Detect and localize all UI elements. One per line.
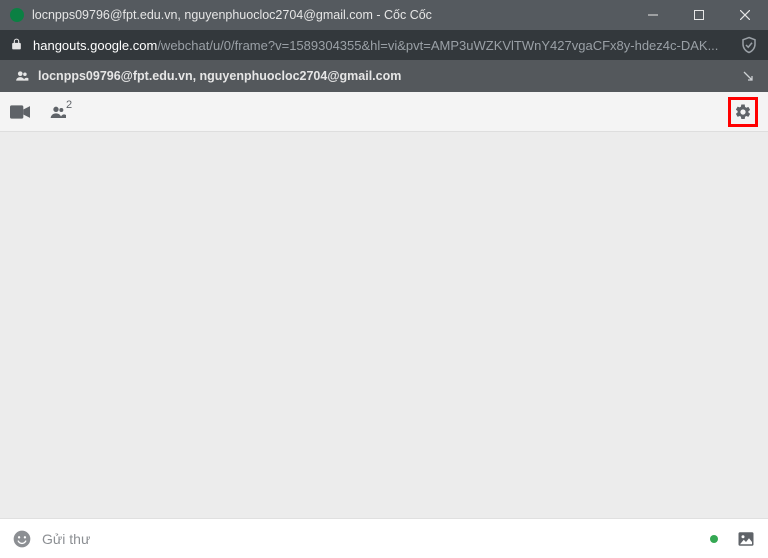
window-title: locnpps09796@fpt.edu.vn, nguyenphuocloc2… [32,8,630,22]
people-button[interactable]: 2 [48,104,74,120]
message-input[interactable]: Gửi thư [42,531,710,547]
hangouts-favicon [10,8,24,22]
presence-indicator [710,535,718,543]
conversation-area [0,132,768,518]
video-call-button[interactable] [10,105,30,119]
image-button[interactable] [736,530,756,548]
gear-icon [734,103,752,121]
url-text: hangouts.google.com/webchat/u/0/frame?v=… [33,38,730,53]
close-button[interactable] [722,0,768,30]
lock-icon [10,37,23,54]
participants-bar: locnpps09796@fpt.edu.vn, nguyenphuocloc2… [0,60,768,92]
minimize-button[interactable] [630,0,676,30]
shield-icon[interactable] [740,36,758,54]
url-path: /webchat/u/0/frame?v=1589304355&hl=vi&pv… [157,38,718,53]
maximize-button[interactable] [676,0,722,30]
chat-toolbar: 2 [0,92,768,132]
url-host: hangouts.google.com [33,38,157,53]
address-bar[interactable]: hangouts.google.com/webchat/u/0/frame?v=… [0,30,768,60]
expand-icon[interactable] [742,70,754,82]
people-icon [14,69,30,83]
titlebar: locnpps09796@fpt.edu.vn, nguyenphuocloc2… [0,0,768,30]
settings-button[interactable] [728,97,758,127]
participants-text: locnpps09796@fpt.edu.vn, nguyenphuocloc2… [38,69,732,83]
people-count: 2 [66,99,72,111]
compose-bar: Gửi thư [0,518,768,558]
emoji-button[interactable] [12,529,32,549]
